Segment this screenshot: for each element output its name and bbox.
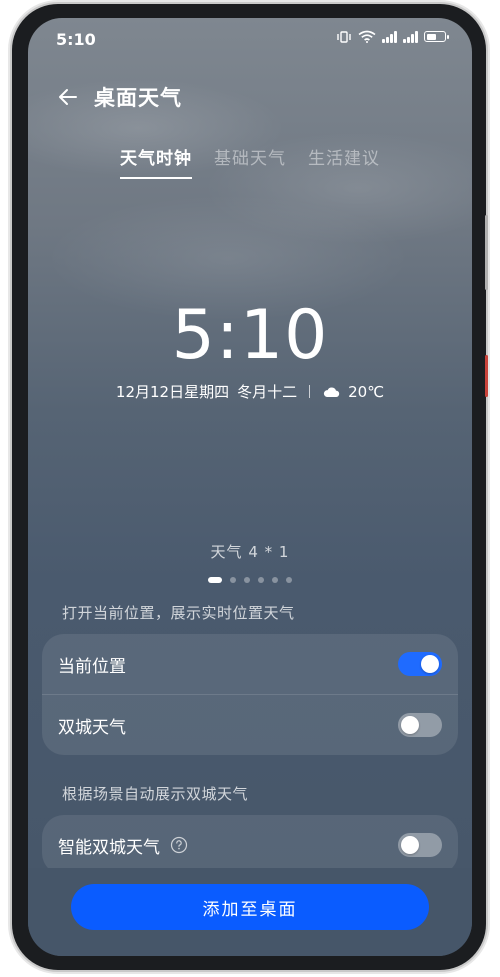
tab-basic-weather[interactable]: 基础天气 bbox=[214, 144, 286, 179]
preview-lunar-date: 冬月十二 bbox=[237, 383, 298, 401]
preview-date: 12月12日星期四 bbox=[115, 383, 230, 401]
toggle-knob bbox=[401, 836, 419, 854]
current-location-label: 当前位置 bbox=[58, 656, 126, 677]
vibrate-icon bbox=[337, 30, 351, 43]
add-to-desktop-button[interactable]: 添加至桌面 bbox=[71, 884, 429, 930]
location-settings-card: 当前位置 双城天气 bbox=[42, 634, 458, 755]
signal-icon bbox=[382, 30, 397, 43]
page-dot[interactable] bbox=[272, 577, 278, 583]
page-dot[interactable] bbox=[286, 577, 292, 583]
widget-size-label: 天气 4 * 1 bbox=[210, 543, 290, 561]
page-title: 桌面天气 bbox=[94, 86, 182, 110]
status-icons bbox=[336, 30, 449, 43]
page-dot[interactable] bbox=[244, 577, 250, 583]
scene-settings-card: 智能双城天气 bbox=[42, 815, 458, 875]
back-arrow-icon[interactable] bbox=[56, 85, 80, 109]
dual-city-weather-toggle[interactable] bbox=[398, 713, 442, 737]
widget-preview-time: 5:10 bbox=[171, 296, 329, 375]
power-key bbox=[485, 355, 488, 397]
battery-icon bbox=[424, 31, 449, 42]
tab-weather-clock[interactable]: 天气时钟 bbox=[120, 144, 192, 179]
toggle-knob bbox=[421, 655, 439, 673]
toggle-knob bbox=[401, 716, 419, 734]
smart-dual-city-toggle[interactable] bbox=[398, 833, 442, 857]
cloudy-icon bbox=[324, 387, 340, 397]
help-icon[interactable] bbox=[170, 836, 188, 854]
current-location-row[interactable]: 当前位置 bbox=[42, 634, 458, 694]
page-dot-active[interactable] bbox=[208, 577, 222, 583]
header: 桌面天气 bbox=[56, 82, 182, 112]
page-dot[interactable] bbox=[258, 577, 264, 583]
signal-icon-2 bbox=[403, 30, 418, 43]
page-indicator bbox=[28, 577, 472, 583]
battery-fill bbox=[426, 33, 437, 40]
smart-dual-city-label-group: 智能双城天气 bbox=[58, 833, 188, 858]
current-location-toggle[interactable] bbox=[398, 652, 442, 676]
dual-city-weather-label: 双城天气 bbox=[58, 717, 126, 738]
status-time: 5:10 bbox=[56, 30, 96, 49]
tab-life-advice[interactable]: 生活建议 bbox=[308, 144, 380, 179]
screen: 5:10 桌面天气 天气时钟 基础天气 生活建议 5:10 12月12日星期四 … bbox=[28, 18, 472, 956]
wifi-icon bbox=[358, 30, 376, 43]
widget-preview-date-line: 12月12日星期四 冬月十二 20℃ bbox=[28, 381, 472, 402]
page-dot[interactable] bbox=[230, 577, 236, 583]
date-divider bbox=[309, 385, 311, 398]
scene-section-label: 根据场景自动展示双城天气 bbox=[62, 785, 249, 803]
smart-dual-city-label: 智能双城天气 bbox=[58, 837, 160, 858]
volume-key bbox=[485, 215, 488, 290]
status-bar: 5:10 bbox=[28, 18, 472, 62]
smart-dual-city-row[interactable]: 智能双城天气 bbox=[42, 815, 458, 875]
dual-city-weather-row[interactable]: 双城天气 bbox=[42, 694, 458, 755]
tab-bar: 天气时钟 基础天气 生活建议 bbox=[28, 144, 472, 179]
location-section-label: 打开当前位置，展示实时位置天气 bbox=[62, 604, 295, 622]
preview-temperature: 20℃ bbox=[348, 382, 385, 401]
